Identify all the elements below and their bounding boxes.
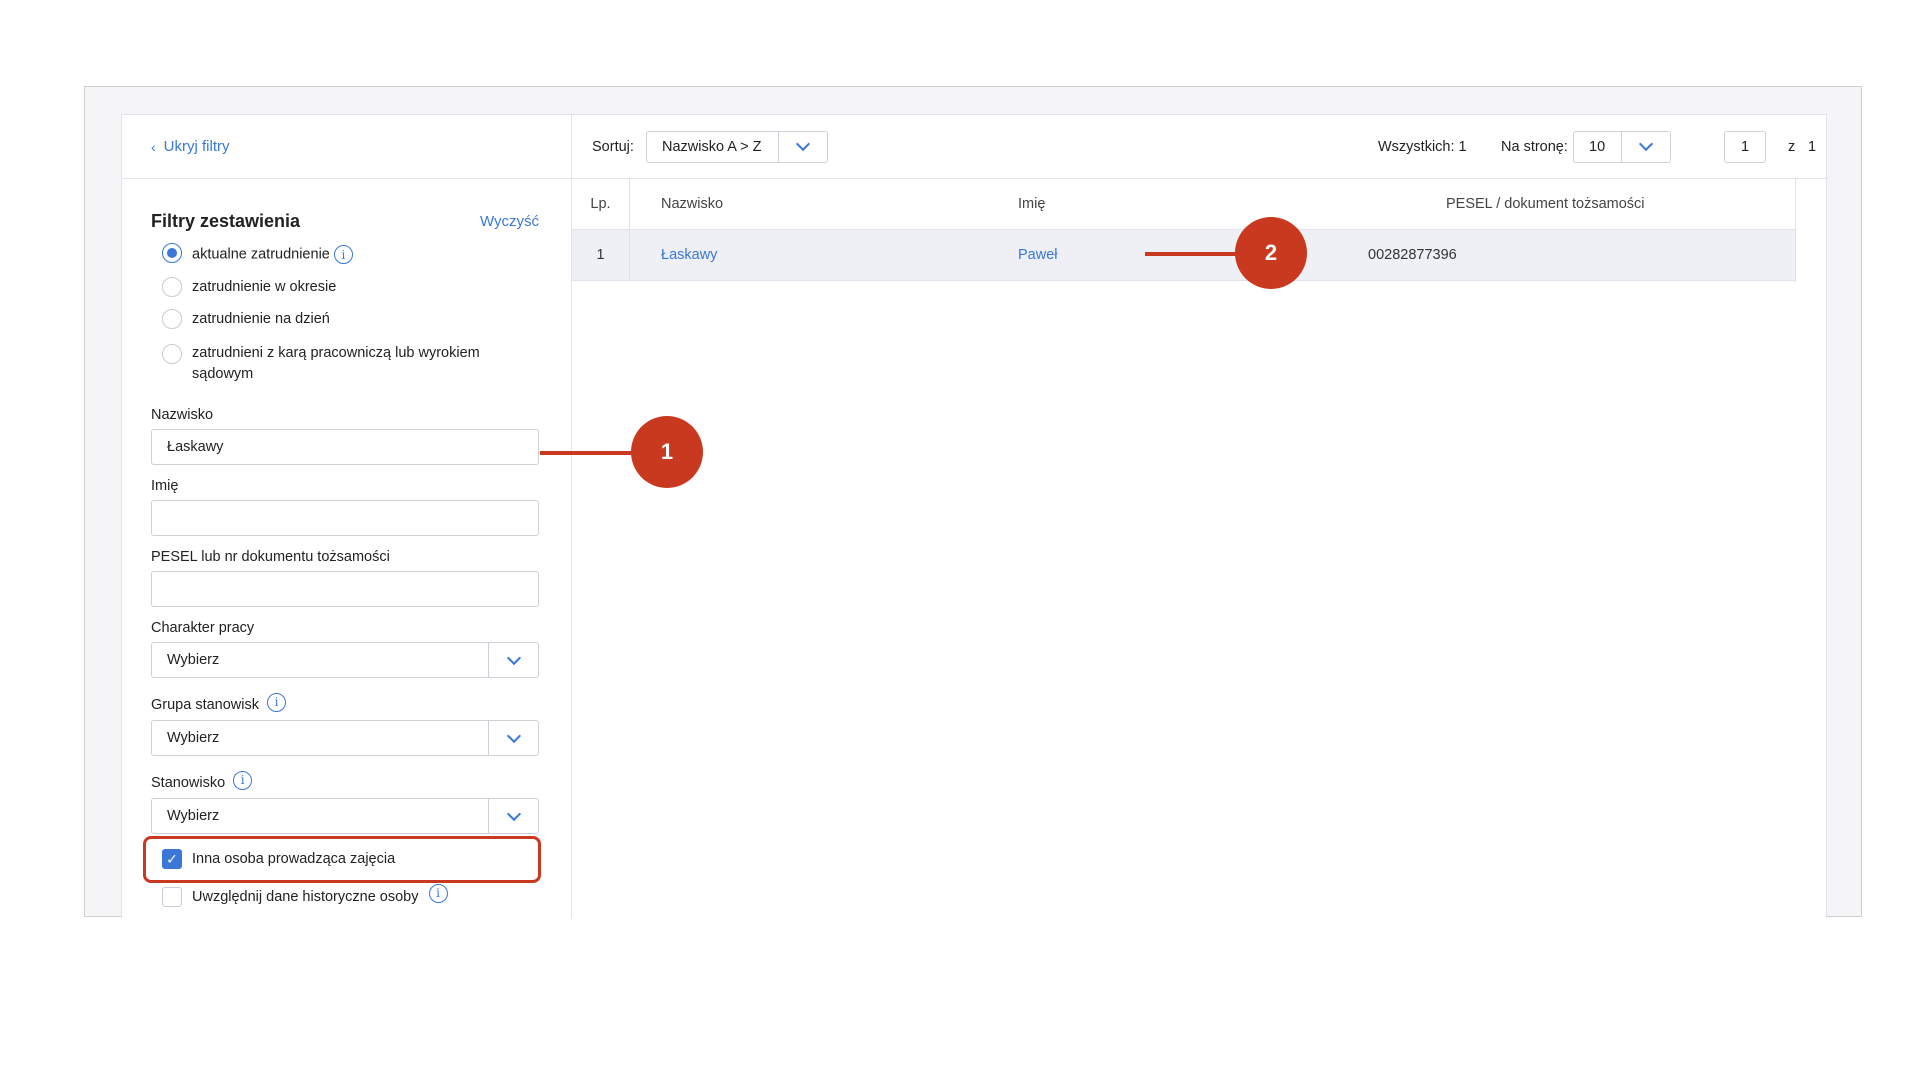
radio-current-employment[interactable]: aktualne zatrudnienie i	[162, 243, 539, 275]
table-header: Lp. Nazwisko Imię PESEL / dokument tożsa…	[572, 179, 1796, 230]
dropdown-toggle[interactable]	[777, 131, 827, 162]
filters-panel: ‹ Ukryj filtry Filtry zestawienia Wyczyś…	[122, 115, 572, 919]
sort-label: Sortuj:	[592, 138, 634, 155]
header-pesel[interactable]: PESEL / dokument tożsamości	[1368, 196, 1796, 212]
info-icon[interactable]: i	[267, 692, 286, 712]
total-count: Wszystkich: 1	[1378, 138, 1467, 155]
pesel-label: PESEL lub nr dokumentu tożsamości	[151, 549, 390, 565]
hide-filters-label: Ukryj filtry	[163, 138, 230, 155]
radio-employment-on-day[interactable]: zatrudnienie na dzień	[162, 309, 539, 343]
position-group-select[interactable]: Wybierz	[151, 720, 539, 756]
header-surname[interactable]: Nazwisko	[630, 196, 1018, 212]
header-firstname[interactable]: Imię	[1018, 196, 1368, 212]
per-page-label: Na stronę:	[1501, 138, 1568, 155]
surname-input[interactable]: Łaskawy	[151, 429, 539, 465]
chevron-down-icon	[795, 136, 810, 152]
radio-button[interactable]	[162, 309, 182, 329]
position-select[interactable]: Wybierz	[151, 798, 539, 834]
hide-filters-link[interactable]: ‹ Ukryj filtry	[151, 138, 230, 155]
dropdown-toggle[interactable]	[488, 643, 538, 677]
chevron-down-icon	[506, 806, 521, 821]
checkbox-label: Uwzględnij dane historyczne osoby	[192, 889, 419, 905]
position-label: Stanowisko i	[151, 770, 539, 796]
radio-label: aktualne zatrudnienie	[192, 246, 330, 263]
radio-button[interactable]	[162, 277, 182, 297]
radio-label: zatrudnienie na dzień	[192, 311, 330, 327]
highlight-box	[143, 836, 541, 883]
annotation-line-1	[540, 451, 640, 455]
chevron-down-icon	[506, 728, 521, 743]
sort-value: Nazwisko A > Z	[662, 138, 762, 155]
screenshot-frame: ‹ Ukryj filtry Filtry zestawienia Wyczyś…	[84, 86, 1862, 919]
cell-surname-link[interactable]: Łaskawy	[630, 247, 1018, 263]
page-number-input[interactable]: 1	[1724, 130, 1766, 163]
info-icon[interactable]: i	[233, 770, 253, 790]
radio-label: zatrudnienie w okresie	[192, 279, 337, 295]
chevron-down-icon	[1638, 136, 1653, 152]
per-page-value: 10	[1589, 138, 1606, 155]
pesel-input[interactable]	[151, 571, 539, 607]
page-total: 1	[1808, 138, 1817, 155]
work-character-label: Charakter pracy	[151, 620, 255, 636]
annotation-badge-1: 1	[631, 416, 703, 488]
info-icon[interactable]: i	[333, 245, 353, 264]
select-value: Wybierz	[167, 730, 220, 746]
firstname-input[interactable]	[151, 500, 539, 536]
chevron-left-icon: ‹	[151, 138, 156, 155]
radio-employment-with-penalty[interactable]: zatrudnieni z karą pracowniczą lub wyrok…	[162, 343, 539, 393]
position-group-label: Grupa stanowisk i	[151, 692, 539, 718]
radio-button[interactable]	[162, 243, 182, 263]
filters-toolbar: ‹ Ukryj filtry	[122, 115, 571, 179]
filters-header: Filtry zestawienia Wyczyść	[151, 209, 539, 233]
cell-pesel: 00282877396	[1368, 247, 1457, 263]
cell-lp: 1	[572, 230, 630, 280]
filters-form: Filtry zestawienia Wyczyść aktualne zatr…	[151, 179, 539, 912]
radio-label-line2: sądowym	[192, 366, 254, 382]
checkbox-historical-data[interactable]: Uwzględnij dane historyczne osoby i	[162, 882, 539, 912]
radio-label: zatrudnieni z karą pracowniczą lub wyrok…	[192, 345, 480, 361]
annotation-line-2	[1145, 252, 1240, 256]
per-page-select[interactable]: 10	[1573, 130, 1671, 163]
radio-button[interactable]	[162, 344, 182, 364]
dropdown-toggle[interactable]	[1620, 131, 1670, 162]
sort-select[interactable]: Nazwisko A > Z	[646, 130, 828, 163]
firstname-label: Imię	[151, 478, 179, 494]
dropdown-toggle[interactable]	[488, 799, 538, 833]
dropdown-toggle[interactable]	[488, 721, 538, 755]
filters-title: Filtry zestawienia	[151, 210, 301, 231]
chevron-down-icon	[506, 650, 521, 665]
page-of-label: z	[1788, 138, 1796, 155]
annotation-badge-2: 2	[1235, 217, 1307, 289]
select-value: Wybierz	[167, 652, 220, 668]
select-value: Wybierz	[167, 808, 220, 824]
results-toolbar: Sortuj: Nazwisko A > Z Wszystkich: 1 Na …	[572, 115, 1828, 179]
radio-employment-in-period[interactable]: zatrudnienie w okresie	[162, 277, 539, 311]
surname-label: Nazwisko	[151, 407, 214, 423]
header-lp: Lp.	[572, 179, 630, 229]
results-table: Lp. Nazwisko Imię PESEL / dokument tożsa…	[572, 179, 1796, 281]
clear-filters-link[interactable]: Wyczyść	[480, 213, 539, 230]
main-panel: ‹ Ukryj filtry Filtry zestawienia Wyczyś…	[121, 114, 1828, 919]
checkbox[interactable]	[162, 887, 182, 907]
work-character-select[interactable]: Wybierz	[151, 642, 539, 678]
info-icon[interactable]: i	[428, 883, 448, 903]
